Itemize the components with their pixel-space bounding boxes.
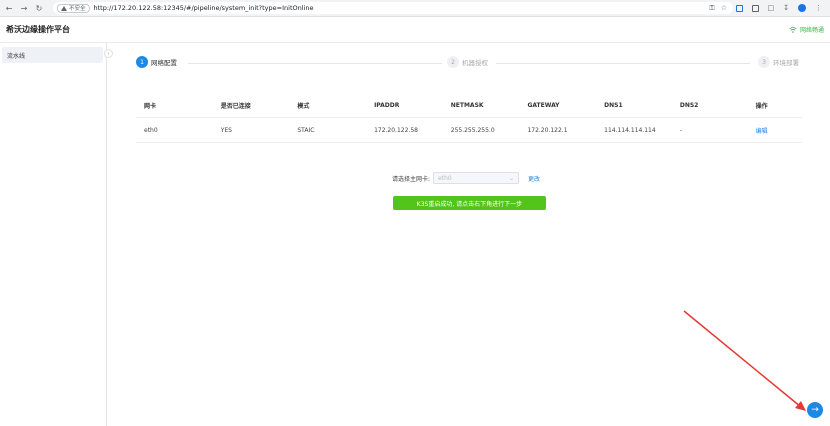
media-icon[interactable] <box>751 4 759 12</box>
step-number: 1 <box>136 56 148 68</box>
wifi-icon <box>789 26 797 33</box>
step-network-config[interactable]: 1 网络配置 <box>136 56 177 68</box>
column-header: 网卡 <box>144 102 157 110</box>
forward-icon[interactable]: → <box>18 2 30 14</box>
primary-nic-form: 请选择主网卡: eth0 ⌄ 更改 <box>392 172 540 184</box>
table-cell: 114.114.114.114 <box>604 126 656 134</box>
primary-nic-select[interactable]: eth0 ⌄ <box>433 172 520 184</box>
table-cell: 255.255.255.0 <box>450 126 495 134</box>
address-bar[interactable]: 不安全 http://172.20.122.58:12345/#/pipelin… <box>53 2 733 14</box>
column-header: 是否已连接 <box>220 102 251 110</box>
reload-icon[interactable]: ↻ <box>33 2 45 14</box>
step-env-deploy[interactable]: 3 环境部署 <box>758 56 799 68</box>
change-link[interactable]: 更改 <box>528 174 540 183</box>
edit-link[interactable]: 编辑 <box>748 126 802 135</box>
sidebar: 流水线 <box>0 43 107 426</box>
security-indicator[interactable]: 不安全 <box>57 3 90 13</box>
select-label: 请选择主网卡: <box>392 175 431 183</box>
step-number: 2 <box>447 56 459 68</box>
warning-icon <box>61 5 67 11</box>
chevron-down-icon: ⌄ <box>509 174 515 182</box>
url-text[interactable]: http://172.20.122.58:12345/#/pipeline/sy… <box>94 4 314 12</box>
table-cell: 172.20.122.58 <box>374 126 418 134</box>
step-connector <box>188 63 442 64</box>
column-header: IPADDR <box>374 101 400 109</box>
column-header: GATEWAY <box>527 101 560 109</box>
table-row: eth0 YES STAIC 172.20.122.58 255.255.255… <box>136 118 802 143</box>
download-icon[interactable]: ↧ <box>783 4 789 12</box>
star-icon[interactable]: ☆ <box>721 4 727 12</box>
column-header: NETMASK <box>450 101 484 109</box>
insecure-label: 不安全 <box>69 6 86 12</box>
column-header: 模式 <box>297 102 310 110</box>
sidebar-item-pipeline[interactable]: 流水线 <box>2 47 103 63</box>
table-cell: STAIC <box>297 126 315 134</box>
stepper: 1 网络配置 2 机器授权 3 环境部署 <box>136 56 800 72</box>
menu-kebab-icon[interactable]: ⋮ <box>815 4 822 12</box>
step-machine-auth[interactable]: 2 机器授权 <box>447 56 488 68</box>
step-number: 3 <box>758 56 770 68</box>
table-cell: - <box>679 126 683 134</box>
app-title: 希沃边缘操作平台 <box>6 25 70 34</box>
key-icon[interactable]: ⚿ <box>709 4 714 13</box>
step-label: 网络配置 <box>151 59 177 67</box>
back-icon[interactable]: ← <box>3 2 15 14</box>
step-label: 机器授权 <box>462 59 488 67</box>
app-header: 希沃边缘操作平台 网络畅通 <box>0 17 830 43</box>
extensions-puzzle-icon[interactable]: □ <box>768 4 775 12</box>
select-value: eth0 <box>438 174 452 182</box>
table-cell: YES <box>220 126 232 134</box>
table-header-row: 网卡 是否已连接 模式 IPADDR NETMASK GATEWAY DNS1 … <box>136 93 802 118</box>
step-connector <box>496 63 750 64</box>
network-status-label: 网络畅通 <box>799 27 824 34</box>
network-table: 网卡 是否已连接 模式 IPADDR NETMASK GATEWAY DNS1 … <box>136 93 802 143</box>
next-step-button[interactable]: → <box>807 402 823 418</box>
table-cell: 172.20.122.1 <box>527 126 568 134</box>
extension-icon[interactable] <box>735 4 743 12</box>
step-label: 环境部署 <box>773 59 799 67</box>
browser-toolbar: ← → ↻ 不安全 http://172.20.122.58:12345/#/p… <box>0 0 830 17</box>
column-header: DNS1 <box>604 101 623 109</box>
table-cell: eth0 <box>144 126 158 134</box>
sidebar-collapse-button[interactable]: ‹ <box>104 49 113 58</box>
status-message-bar: K3S重启成功, 请点击右下角进行下一步 <box>393 196 546 210</box>
profile-avatar[interactable] <box>798 4 806 12</box>
network-status: 网络畅通 <box>789 25 824 34</box>
column-header: DNS2 <box>679 101 699 109</box>
column-header: 操作 <box>755 102 768 110</box>
sidebar-item-label: 流水线 <box>7 52 26 60</box>
